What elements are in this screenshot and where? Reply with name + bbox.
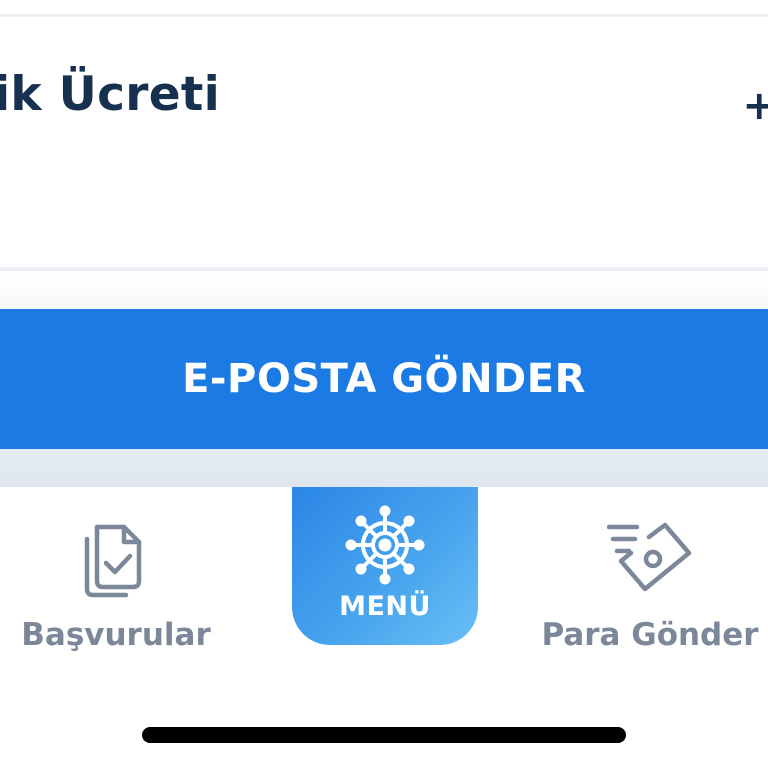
tab-menu-label: MENÜ (339, 591, 431, 622)
home-indicator[interactable] (142, 727, 626, 743)
tab-menu[interactable]: MENÜ (292, 487, 478, 645)
fee-row: ik Ücreti + (0, 17, 768, 269)
fee-label: ik Ücreti (0, 67, 221, 122)
tab-send-money[interactable]: Para Gönder (520, 517, 768, 653)
fee-amount: + (742, 83, 768, 129)
tab-applications[interactable]: Başvurular (0, 517, 232, 653)
money-send-icon (607, 522, 692, 592)
tab-send-money-label: Para Gönder (541, 617, 759, 653)
ship-wheel-icon (345, 505, 425, 585)
documents-check-icon (84, 524, 142, 598)
tab-applications-label: Başvurular (21, 617, 211, 653)
send-email-button[interactable]: E-POSTA GÖNDER (0, 309, 768, 449)
